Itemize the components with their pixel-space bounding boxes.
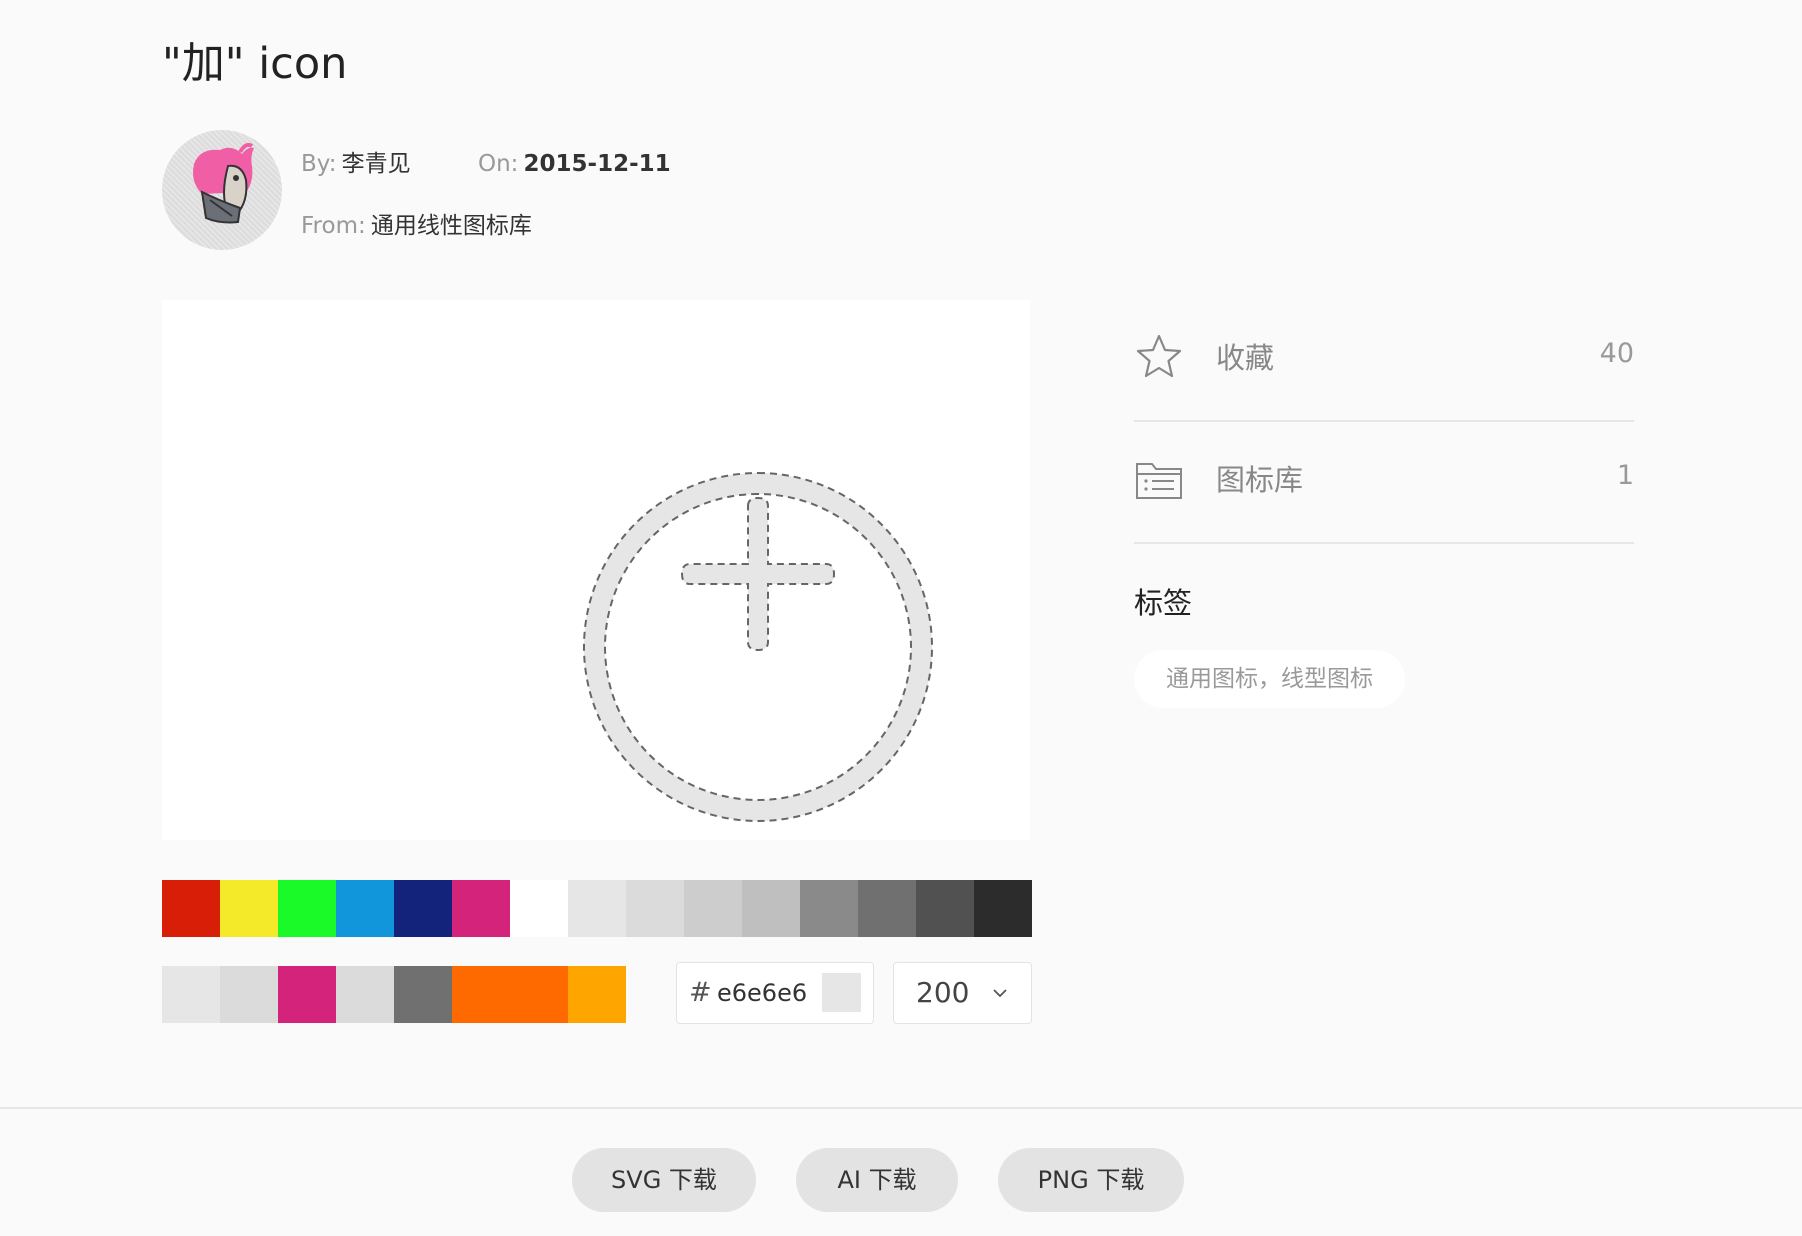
- palette-swatch[interactable]: [626, 880, 684, 937]
- folder-list-icon: [1136, 463, 1182, 499]
- library-count: 1: [1616, 460, 1634, 491]
- palette-swatch[interactable]: [336, 880, 394, 937]
- hash-symbol: #: [689, 977, 712, 1008]
- size-value: 200: [916, 976, 970, 1009]
- palette-swatch[interactable]: [220, 880, 278, 937]
- recent-color-swatch[interactable]: [162, 966, 220, 1023]
- tag-pill[interactable]: 通用图标，线型图标: [1134, 650, 1405, 708]
- library-row[interactable]: 图标库 1: [1134, 424, 1634, 544]
- recent-color-swatch[interactable]: [510, 966, 568, 1023]
- plus-circle-icon: [582, 472, 933, 822]
- by-label: By:: [301, 151, 337, 177]
- tags-heading: 标签: [1134, 586, 1193, 620]
- recent-color-swatch[interactable]: [278, 966, 336, 1023]
- color-palette-primary: [162, 880, 1032, 937]
- author-name[interactable]: 李青见: [342, 151, 411, 177]
- recent-color-swatch[interactable]: [452, 966, 510, 1023]
- recent-color-swatch[interactable]: [568, 966, 626, 1023]
- page-title: "加" icon: [162, 39, 348, 89]
- favorites-count: 40: [1599, 338, 1634, 369]
- palette-swatch[interactable]: [858, 880, 916, 937]
- download-svg-button[interactable]: SVG 下载: [572, 1148, 756, 1212]
- source-library: From: 通用线性图标库: [301, 210, 532, 244]
- recent-color-swatch[interactable]: [220, 966, 278, 1023]
- palette-swatch[interactable]: [394, 880, 452, 937]
- palette-swatch[interactable]: [278, 880, 336, 937]
- library-link[interactable]: 通用线性图标库: [371, 213, 532, 239]
- icon-detail-page: "加" icon By: 李青见 On: 2015-12-11 From: 通用…: [0, 0, 1802, 1236]
- palette-swatch[interactable]: [568, 880, 626, 937]
- palette-swatch[interactable]: [162, 880, 220, 937]
- palette-swatch[interactable]: [742, 880, 800, 937]
- star-icon[interactable]: [1134, 332, 1184, 382]
- palette-swatch[interactable]: [684, 880, 742, 937]
- palette-swatch[interactable]: [916, 880, 974, 937]
- size-select[interactable]: 200: [893, 962, 1032, 1024]
- icon-preview: [162, 300, 1030, 840]
- on-label: On:: [478, 151, 519, 177]
- footer-divider: [0, 1107, 1802, 1109]
- color-hex-field[interactable]: #: [676, 962, 874, 1024]
- color-hex-input[interactable]: [717, 977, 817, 1009]
- favorites-label: 收藏: [1216, 341, 1275, 375]
- download-ai-button[interactable]: AI 下载: [796, 1148, 958, 1212]
- color-preview-swatch: [822, 973, 861, 1012]
- author-avatar[interactable]: [162, 130, 282, 250]
- date-value: 2015-12-11: [523, 151, 671, 177]
- recent-color-swatch[interactable]: [394, 966, 452, 1023]
- avatar-illustration: [193, 142, 254, 224]
- favorites-row[interactable]: 收藏 40: [1134, 302, 1634, 422]
- palette-swatch[interactable]: [974, 880, 1032, 937]
- download-png-button[interactable]: PNG 下载: [998, 1148, 1184, 1212]
- author-by: By: 李青见: [301, 148, 411, 182]
- chevron-down-icon: [993, 989, 1007, 998]
- color-palette-recent: [162, 966, 626, 1023]
- library-label: 图标库: [1216, 463, 1304, 497]
- palette-swatch[interactable]: [800, 880, 858, 937]
- palette-swatch[interactable]: [510, 880, 568, 937]
- recent-color-swatch[interactable]: [336, 966, 394, 1023]
- from-label: From:: [301, 213, 366, 239]
- upload-date: On: 2015-12-11: [478, 148, 671, 182]
- palette-swatch[interactable]: [452, 880, 510, 937]
